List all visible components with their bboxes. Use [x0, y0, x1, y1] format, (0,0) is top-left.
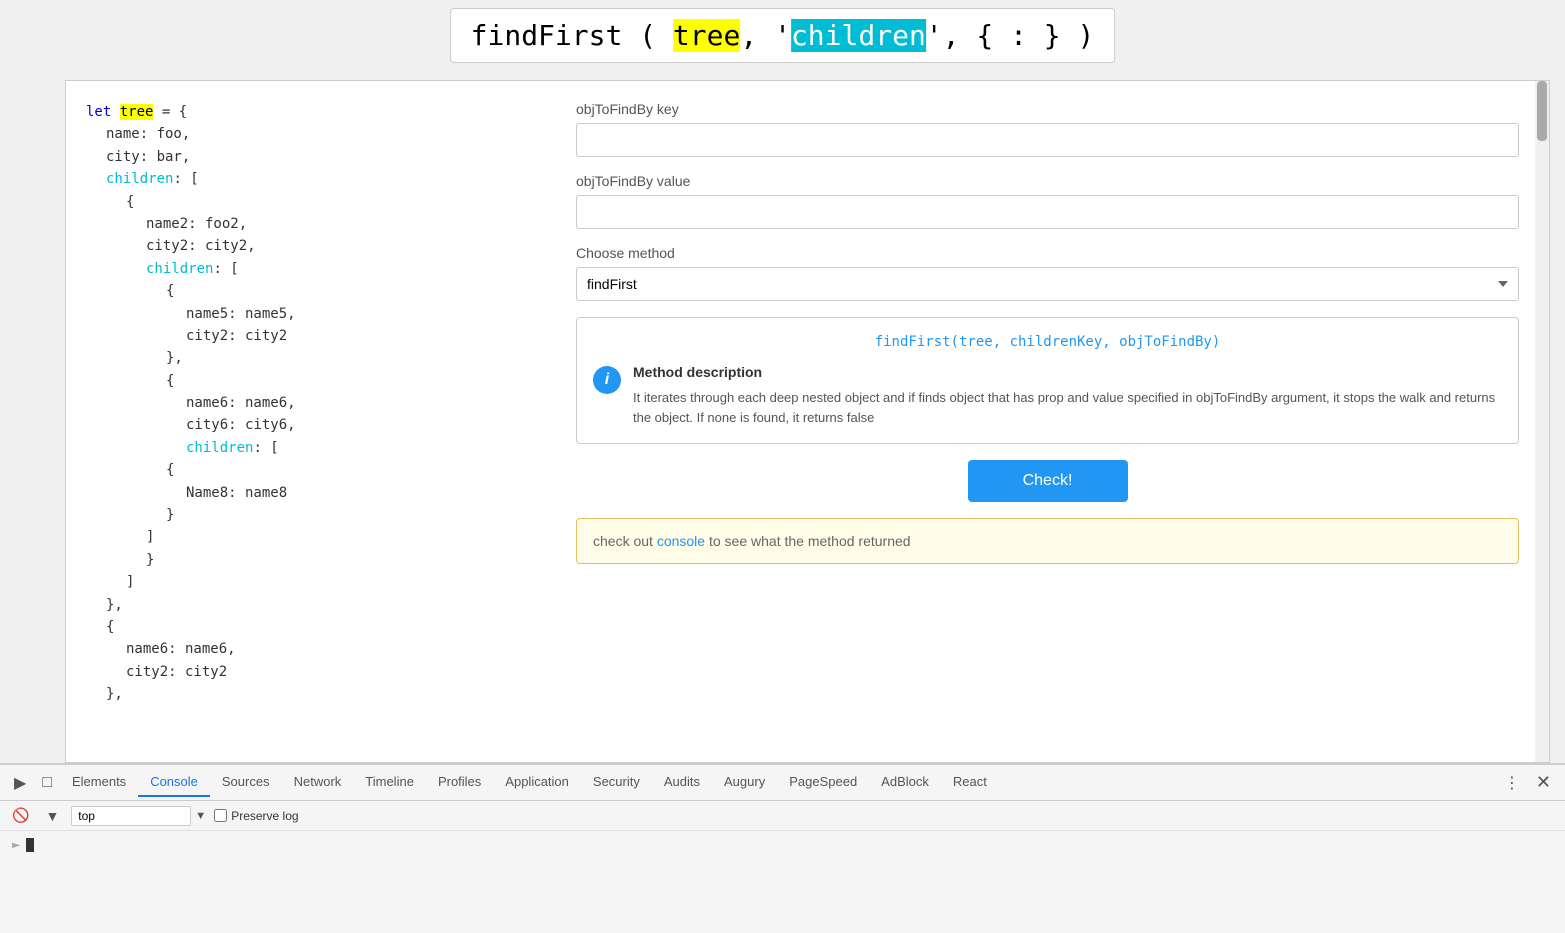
tab-audits[interactable]: Audits: [652, 768, 712, 797]
tab-pagespeed[interactable]: PageSpeed: [777, 768, 869, 797]
filter-input-wrap: ▼: [71, 806, 206, 826]
console-prompt: ►: [12, 837, 20, 853]
code-line-3: city: bar,: [106, 146, 526, 168]
method-signature: findFirst(tree, childrenKey, objToFindBy…: [593, 334, 1502, 350]
code-line-11: city2: city2: [186, 325, 526, 347]
devtools-dock-icon[interactable]: □: [34, 770, 60, 796]
clear-console-btn[interactable]: 🚫: [8, 805, 33, 826]
console-link[interactable]: console: [657, 533, 705, 549]
tab-profiles[interactable]: Profiles: [426, 768, 493, 797]
code-line-20: ]: [146, 526, 526, 548]
code-line-17: {: [166, 459, 526, 481]
tab-react[interactable]: React: [941, 768, 999, 797]
tab-console[interactable]: Console: [138, 768, 210, 797]
scrollbar-thumb[interactable]: [1537, 81, 1547, 141]
tab-adblock[interactable]: AdBlock: [869, 768, 941, 797]
code-line-27: },: [106, 683, 526, 705]
code-line-6: name2: foo2,: [146, 213, 526, 235]
tab-elements[interactable]: Elements: [60, 768, 138, 797]
method-desc-box: findFirst(tree, childrenKey, objToFindBy…: [576, 317, 1519, 444]
method-select[interactable]: findFirst findAll findParent: [576, 267, 1519, 301]
fn-findFirst: findFirst ( tree, 'children', { : } ): [471, 19, 1095, 52]
fn-children-arg: children: [791, 19, 926, 52]
method-field-group: Choose method findFirst findAll findPare…: [576, 245, 1519, 301]
devtools-tabs: ▶ □ Elements Console Sources Network Tim…: [0, 765, 1565, 801]
code-line-4: children: [: [106, 168, 526, 190]
key-field-group: objToFindBy key: [576, 101, 1519, 157]
devtools-close-btn[interactable]: ✕: [1528, 768, 1559, 797]
filter-dropdown-btn[interactable]: ▼: [195, 810, 206, 822]
tab-security[interactable]: Security: [581, 768, 652, 797]
code-line-9: {: [166, 280, 526, 302]
code-line-25: name6: name6,: [126, 638, 526, 660]
value-label: objToFindBy value: [576, 173, 1519, 189]
tab-timeline[interactable]: Timeline: [353, 768, 426, 797]
code-line-21: }: [146, 549, 526, 571]
code-line-26: city2: city2: [126, 661, 526, 683]
code-line-15: city6: city6,: [186, 414, 526, 436]
code-line-12: },: [166, 347, 526, 369]
code-line-18: Name8: name8: [186, 482, 526, 504]
code-panel: let tree = { name: foo, city: bar, child…: [66, 81, 546, 762]
info-icon: i: [593, 366, 621, 394]
code-line-8: children: [: [146, 258, 526, 280]
preserve-log-checkbox[interactable]: [214, 809, 227, 822]
right-panel: objToFindBy key objToFindBy value Choose…: [546, 81, 1549, 762]
code-line-19: }: [166, 504, 526, 526]
desc-body: It iterates through each deep nested obj…: [633, 388, 1502, 427]
console-hint-prefix: check out: [593, 533, 657, 549]
code-line-22: ]: [126, 571, 526, 593]
code-line-10: name5: name5,: [186, 303, 526, 325]
preserve-log-wrap: Preserve log: [214, 809, 298, 823]
filter-toggle-btn[interactable]: ▼: [41, 806, 63, 826]
fn-comma1: , ': [740, 19, 791, 52]
code-line-16: children: [: [186, 437, 526, 459]
value-field-group: objToFindBy value: [576, 173, 1519, 229]
key-input[interactable]: [576, 123, 1519, 157]
main-content: let tree = { name: foo, city: bar, child…: [65, 80, 1550, 763]
code-line-2: name: foo,: [106, 123, 526, 145]
key-label: objToFindBy key: [576, 101, 1519, 117]
devtools-bar: ▶ □ Elements Console Sources Network Tim…: [0, 763, 1565, 933]
code-line-13: {: [166, 370, 526, 392]
fn-name: findFirst (: [471, 19, 673, 52]
devtools-console-area: ►: [0, 831, 1565, 859]
method-body: i Method description It iterates through…: [593, 364, 1502, 427]
devtools-pointer-icon[interactable]: ▶: [6, 769, 34, 797]
code-line-5: {: [126, 191, 526, 213]
function-signature-bar: findFirst ( tree, 'children', { : } ): [450, 8, 1116, 63]
code-line-23: },: [106, 594, 526, 616]
code-line-14: name6: name6,: [186, 392, 526, 414]
filter-input[interactable]: [71, 806, 191, 826]
method-label: Choose method: [576, 245, 1519, 261]
tab-augury[interactable]: Augury: [712, 768, 777, 797]
code-line-24: {: [106, 616, 526, 638]
tab-application[interactable]: Application: [493, 768, 581, 797]
main-scrollbar[interactable]: [1535, 81, 1549, 762]
tab-network[interactable]: Network: [282, 768, 354, 797]
tab-sources[interactable]: Sources: [210, 768, 282, 797]
code-line-7: city2: city2,: [146, 235, 526, 257]
tab-more-btn[interactable]: ⋮: [1496, 769, 1528, 797]
check-button[interactable]: Check!: [968, 460, 1128, 502]
method-text: Method description It iterates through e…: [633, 364, 1502, 427]
devtools-toolbar: 🚫 ▼ ▼ Preserve log: [0, 801, 1565, 831]
desc-title: Method description: [633, 364, 1502, 380]
console-cursor[interactable]: [26, 838, 34, 852]
value-input[interactable]: [576, 195, 1519, 229]
check-btn-wrap: Check!: [576, 460, 1519, 502]
code-line-1: let tree = {: [86, 101, 526, 123]
console-hint: check out console to see what the method…: [576, 518, 1519, 564]
preserve-log-label: Preserve log: [231, 809, 298, 823]
fn-tree-arg: tree: [673, 19, 740, 52]
fn-rest: ', { : } ): [926, 19, 1095, 52]
console-hint-suffix: to see what the method returned: [705, 533, 910, 549]
